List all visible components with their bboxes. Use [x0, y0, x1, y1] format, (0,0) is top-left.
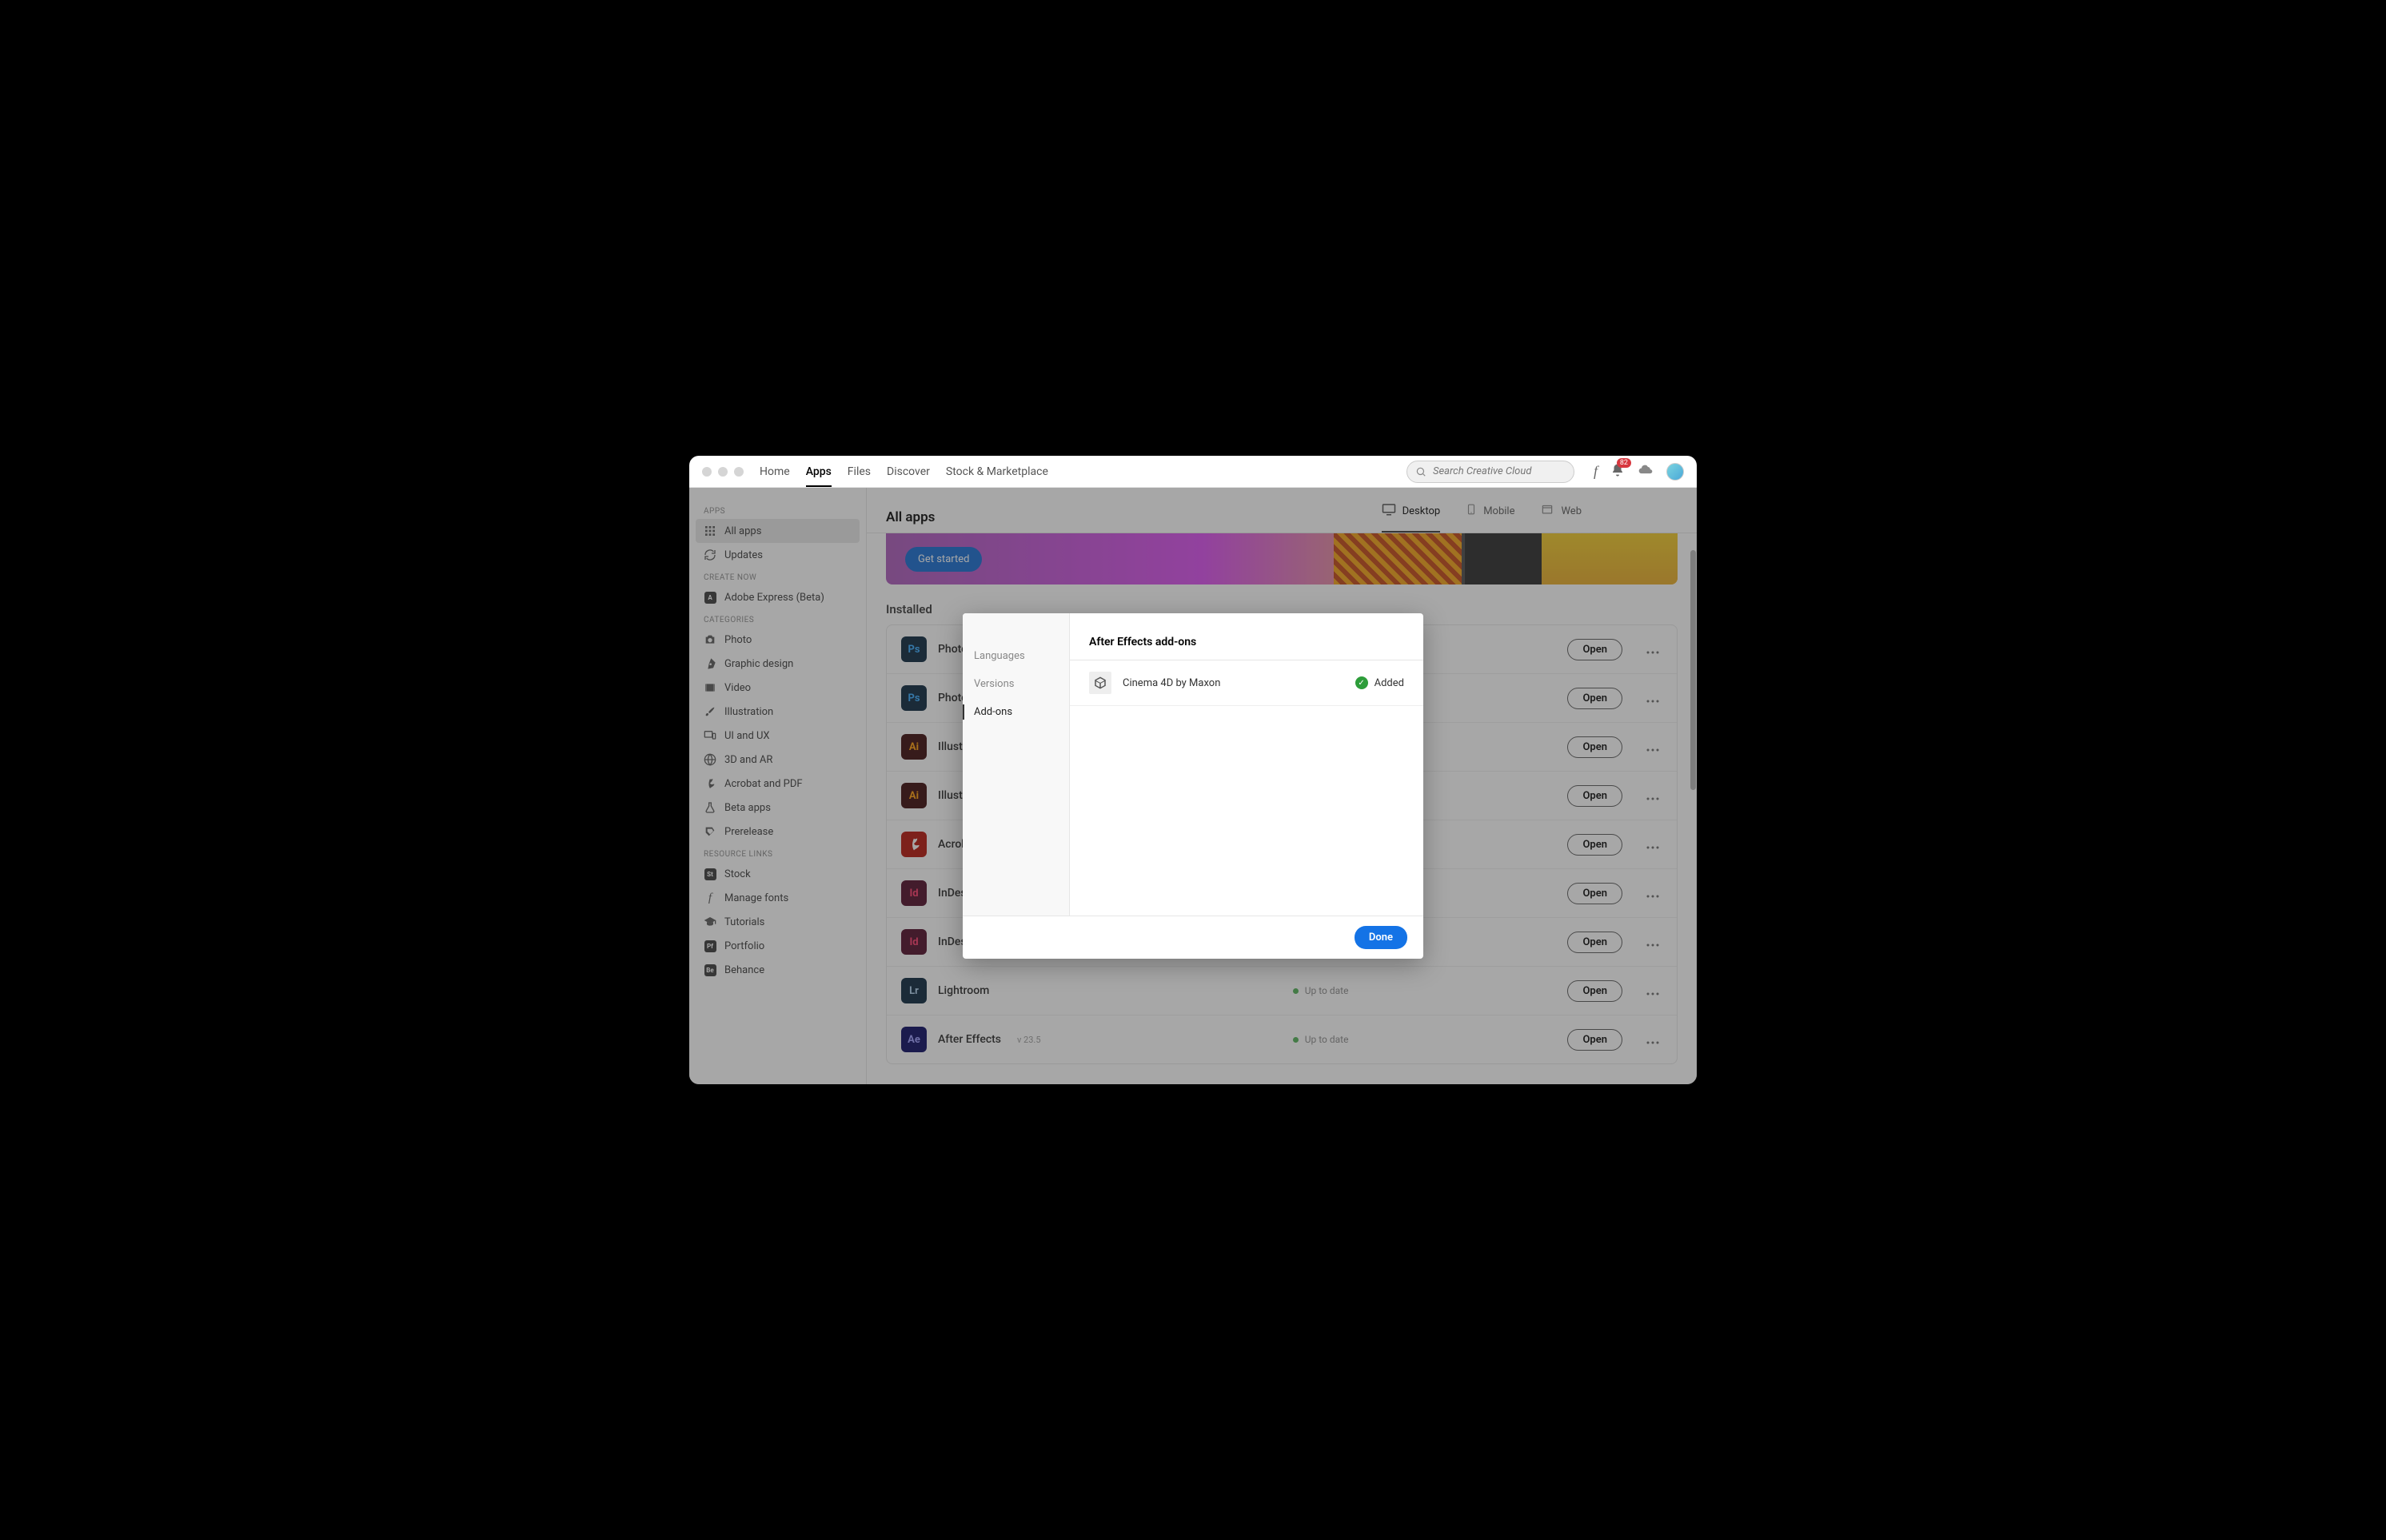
top-tab-stock-marketplace[interactable]: Stock & Marketplace: [946, 457, 1048, 486]
top-tabs: Home Apps Files Discover Stock & Marketplace: [760, 457, 1048, 486]
notification-badge: 82: [1617, 458, 1631, 468]
titlebar: Home Apps Files Discover Stock & Marketplace…: [689, 456, 1697, 488]
modal-overlay: LanguagesVersionsAdd-ons After Effects a…: [689, 488, 1697, 1084]
check-icon: ✓: [1355, 676, 1368, 689]
top-tab-discover[interactable]: Discover: [887, 457, 930, 486]
avatar[interactable]: [1666, 463, 1684, 481]
top-tab-home[interactable]: Home: [760, 457, 790, 486]
dialog-tab-add-ons[interactable]: Add-ons: [963, 698, 1069, 726]
addon-status-text: Added: [1375, 677, 1404, 689]
addons-dialog: LanguagesVersionsAdd-ons After Effects a…: [963, 613, 1423, 959]
dialog-footer: Done: [963, 916, 1423, 959]
dialog-tab-languages[interactable]: Languages: [963, 642, 1069, 670]
fonts-icon[interactable]: f: [1594, 463, 1598, 480]
traffic-lights: [702, 467, 744, 477]
dialog-sidebar: LanguagesVersionsAdd-ons: [963, 613, 1070, 916]
cube-icon: [1089, 672, 1111, 694]
addon-status: ✓ Added: [1355, 676, 1404, 689]
search-box[interactable]: [1406, 461, 1574, 483]
done-button[interactable]: Done: [1355, 926, 1407, 949]
close-dot[interactable]: [702, 467, 712, 477]
dialog-body: LanguagesVersionsAdd-ons After Effects a…: [963, 613, 1423, 916]
addon-row: Cinema 4D by Maxon ✓ Added: [1070, 660, 1423, 706]
app-window: Home Apps Files Discover Stock & Marketplace…: [689, 456, 1697, 1084]
dialog-tab-versions[interactable]: Versions: [963, 670, 1069, 698]
body: APPSAll appsUpdatesCREATE NOWAAdobe Expr…: [689, 488, 1697, 1084]
cloud-icon[interactable]: [1638, 464, 1654, 479]
search-input[interactable]: [1433, 465, 1566, 477]
search-icon: [1415, 466, 1426, 477]
top-icons: f 82: [1594, 463, 1684, 481]
dialog-title: After Effects add-ons: [1070, 613, 1423, 660]
dialog-main: After Effects add-ons Cinema 4D by Maxon…: [1070, 613, 1423, 916]
minimize-dot[interactable]: [718, 467, 728, 477]
top-tab-files[interactable]: Files: [848, 457, 871, 486]
notifications-icon[interactable]: 82: [1610, 463, 1625, 481]
top-tab-apps[interactable]: Apps: [806, 457, 832, 486]
addon-name: Cinema 4D by Maxon: [1123, 677, 1220, 689]
zoom-dot[interactable]: [734, 467, 744, 477]
